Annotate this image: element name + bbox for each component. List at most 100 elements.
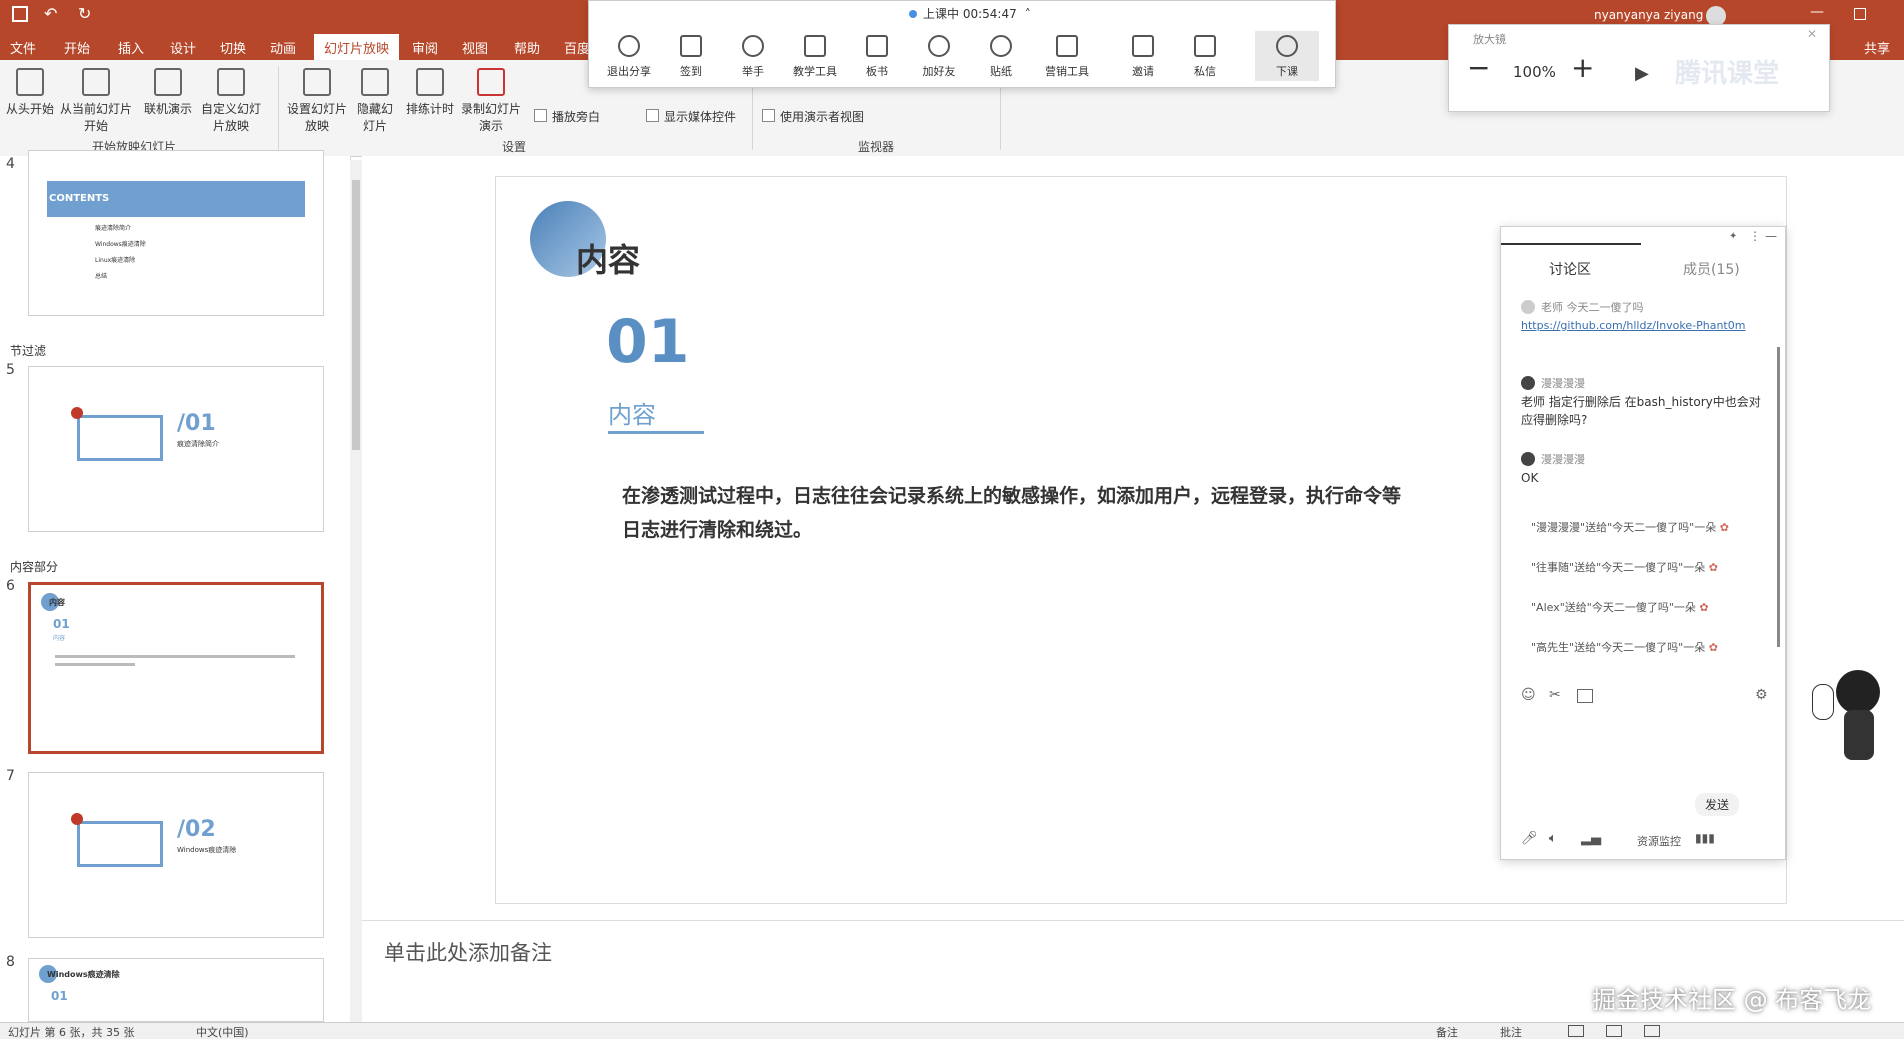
thumbnail-scrollbar[interactable] bbox=[350, 160, 362, 1022]
close-icon[interactable]: ✕ bbox=[1807, 27, 1817, 41]
from-current-button[interactable]: 从当前幻灯片开始 bbox=[56, 68, 136, 134]
normal-view-icon[interactable] bbox=[1568, 1025, 1584, 1037]
red-dot bbox=[71, 407, 83, 419]
slide-thumbnail-6[interactable]: 内容 01 内容 bbox=[28, 582, 324, 754]
user-avatar[interactable] bbox=[1706, 6, 1726, 26]
rehearse-button[interactable]: 排练计时 bbox=[400, 68, 460, 117]
tab-transitions[interactable]: 切换 bbox=[220, 38, 246, 57]
restore-icon[interactable] bbox=[1854, 8, 1866, 20]
slideshow-icon bbox=[16, 68, 44, 96]
slide-thumbnail-8[interactable]: Windows痕迹清除 01 bbox=[28, 958, 324, 1022]
status-bar: 幻灯片 第 6 张，共 35 张 中文(中国) 备注 批注 bbox=[0, 1022, 1904, 1039]
slide-subtitle: 内容 bbox=[608, 401, 656, 429]
minimize-icon[interactable]: — bbox=[1765, 229, 1777, 243]
invite-button[interactable]: 邀请 bbox=[1111, 35, 1175, 79]
section-header[interactable]: 节过滤 bbox=[10, 342, 46, 359]
tab-discussion[interactable]: 讨论区 bbox=[1549, 259, 1591, 279]
chat-scrollbar[interactable] bbox=[1777, 347, 1780, 647]
marketing-tools-button[interactable]: 营销工具 bbox=[1035, 35, 1099, 79]
user-name: nyanyanya ziyang bbox=[1594, 8, 1704, 22]
from-beginning-button[interactable]: 从头开始 bbox=[0, 68, 60, 117]
tab-help[interactable]: 帮助 bbox=[514, 38, 540, 57]
chat-link[interactable]: https://github.com/hlldz/Invoke-Phant0m bbox=[1521, 317, 1771, 335]
group-label-monitor: 监视器 bbox=[858, 140, 895, 154]
magnifier-title: 放大镜 bbox=[1473, 33, 1506, 46]
teaching-tools-button[interactable]: 教学工具 bbox=[783, 35, 847, 79]
sticker-icon bbox=[990, 35, 1012, 57]
thumbnail-panel: 4 CONTENTS 痕迹清除简介 Windows痕迹清除 Linux痕迹清除 … bbox=[0, 150, 351, 1022]
active-tab-underline bbox=[1501, 243, 1641, 245]
online-icon bbox=[154, 68, 182, 96]
tab-design[interactable]: 设计 bbox=[170, 38, 196, 57]
reading-view-icon[interactable] bbox=[1644, 1025, 1660, 1037]
pin-icon[interactable]: ✦ bbox=[1729, 231, 1737, 242]
tab-members[interactable]: 成员(15) bbox=[1683, 259, 1740, 279]
settings-icon[interactable]: ⚙ bbox=[1755, 687, 1768, 703]
chat-text: OK bbox=[1521, 471, 1539, 485]
slide-thumbnail-7[interactable]: /02 Windows痕迹清除 bbox=[28, 772, 324, 938]
tab-review[interactable]: 审阅 bbox=[412, 38, 438, 57]
flower-icon: ✿ bbox=[1719, 521, 1729, 534]
microphone-icon[interactable]: 🎤︎ bbox=[1521, 831, 1538, 846]
sign-in-button[interactable]: 签到 bbox=[659, 35, 723, 79]
tab-animations[interactable]: 动画 bbox=[270, 38, 296, 57]
send-button[interactable]: 发送 bbox=[1695, 793, 1740, 816]
speaker-icon[interactable]: 🔈︎ bbox=[1549, 831, 1557, 846]
chat-input[interactable] bbox=[1515, 713, 1773, 793]
hide-slide-button[interactable]: 隐藏幻灯片 bbox=[352, 68, 398, 134]
slide-thumbnail-5[interactable]: /01 痕迹清除简介 bbox=[28, 366, 324, 532]
end-class-button[interactable]: 下课 bbox=[1255, 31, 1319, 81]
private-message-button[interactable]: 私信 bbox=[1173, 35, 1237, 79]
record-button[interactable]: 录制幻灯片演示 bbox=[456, 68, 526, 134]
share-button[interactable]: 共享 bbox=[1864, 38, 1890, 57]
checkin-icon bbox=[680, 35, 702, 57]
whiteboard-button[interactable]: 板书 bbox=[845, 35, 909, 79]
section-header[interactable]: 内容部分 bbox=[10, 558, 58, 575]
record-icon bbox=[477, 68, 505, 96]
avatar bbox=[1521, 300, 1535, 314]
thumb-sub: 内容 bbox=[53, 635, 66, 642]
resource-monitor[interactable]: 资源监控 bbox=[1637, 833, 1681, 849]
play-narration-check[interactable]: 播放旁白 bbox=[534, 108, 600, 125]
chevron-up-icon[interactable]: ˄ bbox=[1025, 7, 1031, 21]
show-media-controls-check[interactable]: 显示媒体控件 bbox=[646, 108, 736, 125]
slide-thumbnail-4[interactable]: CONTENTS 痕迹清除简介 Windows痕迹清除 Linux痕迹清除 总结 bbox=[28, 150, 324, 316]
image-icon[interactable] bbox=[1577, 689, 1593, 703]
tab-baidu[interactable]: 百度 bbox=[564, 38, 590, 57]
minimize-icon[interactable]: — bbox=[1810, 4, 1824, 20]
add-friend-button[interactable]: 加好友 bbox=[907, 35, 971, 79]
tab-file[interactable]: 文件 bbox=[10, 38, 36, 57]
online-present-button[interactable]: 联机演示 bbox=[138, 68, 198, 117]
raise-hand-button[interactable]: 举手 bbox=[721, 35, 785, 79]
thumb-text-line bbox=[55, 655, 295, 658]
sorter-view-icon[interactable] bbox=[1606, 1025, 1622, 1037]
class-status: 上课中 00:54:47 ˄ bbox=[909, 5, 1031, 22]
emoji-icon[interactable]: ☺ bbox=[1521, 687, 1536, 703]
flower-icon: ✿ bbox=[1699, 601, 1709, 614]
custom-show-button[interactable]: 自定义幻灯片放映 bbox=[196, 68, 266, 134]
chat-text: 老师 指定行删除后 在bash_history中也会对应得删除吗? bbox=[1521, 395, 1761, 427]
scrollbar-thumb[interactable] bbox=[352, 180, 360, 450]
redo-icon[interactable]: ↻ bbox=[78, 4, 91, 23]
exit-share-button[interactable]: 退出分享 bbox=[597, 35, 661, 79]
scissors-icon[interactable]: ✂ bbox=[1549, 687, 1561, 703]
tab-slideshow[interactable]: 幻灯片放映 bbox=[314, 34, 400, 63]
more-icon[interactable]: ⋮ bbox=[1749, 229, 1761, 243]
zoom-out-button[interactable]: − bbox=[1467, 51, 1490, 84]
undo-icon[interactable]: ↶ bbox=[44, 4, 57, 23]
save-icon[interactable] bbox=[12, 6, 28, 22]
gift-notice: "漫漫漫漫"送给"今天二一傻了吗"一朵 ✿ bbox=[1531, 521, 1729, 534]
setup-show-button[interactable]: 设置幻灯片放映 bbox=[284, 68, 350, 134]
zoom-in-button[interactable]: + bbox=[1571, 51, 1594, 84]
tab-home[interactable]: 开始 bbox=[64, 38, 90, 57]
tab-insert[interactable]: 插入 bbox=[118, 38, 144, 57]
thumb-line: 总结 bbox=[95, 273, 108, 280]
class-toolbar: 上课中 00:54:47 ˄ 退出分享 签到 举手 教学工具 板书 加好友 贴纸 … bbox=[588, 0, 1336, 88]
presenter-view-check[interactable]: 使用演示者视图 bbox=[762, 108, 864, 125]
share-out-icon bbox=[1132, 35, 1154, 57]
tab-view[interactable]: 视图 bbox=[462, 38, 488, 57]
hide-icon bbox=[361, 68, 389, 96]
thumb-sub: Windows痕迹清除 bbox=[177, 846, 237, 854]
sticker-button[interactable]: 贴纸 bbox=[969, 35, 1033, 79]
laptop-illustration bbox=[77, 415, 163, 461]
